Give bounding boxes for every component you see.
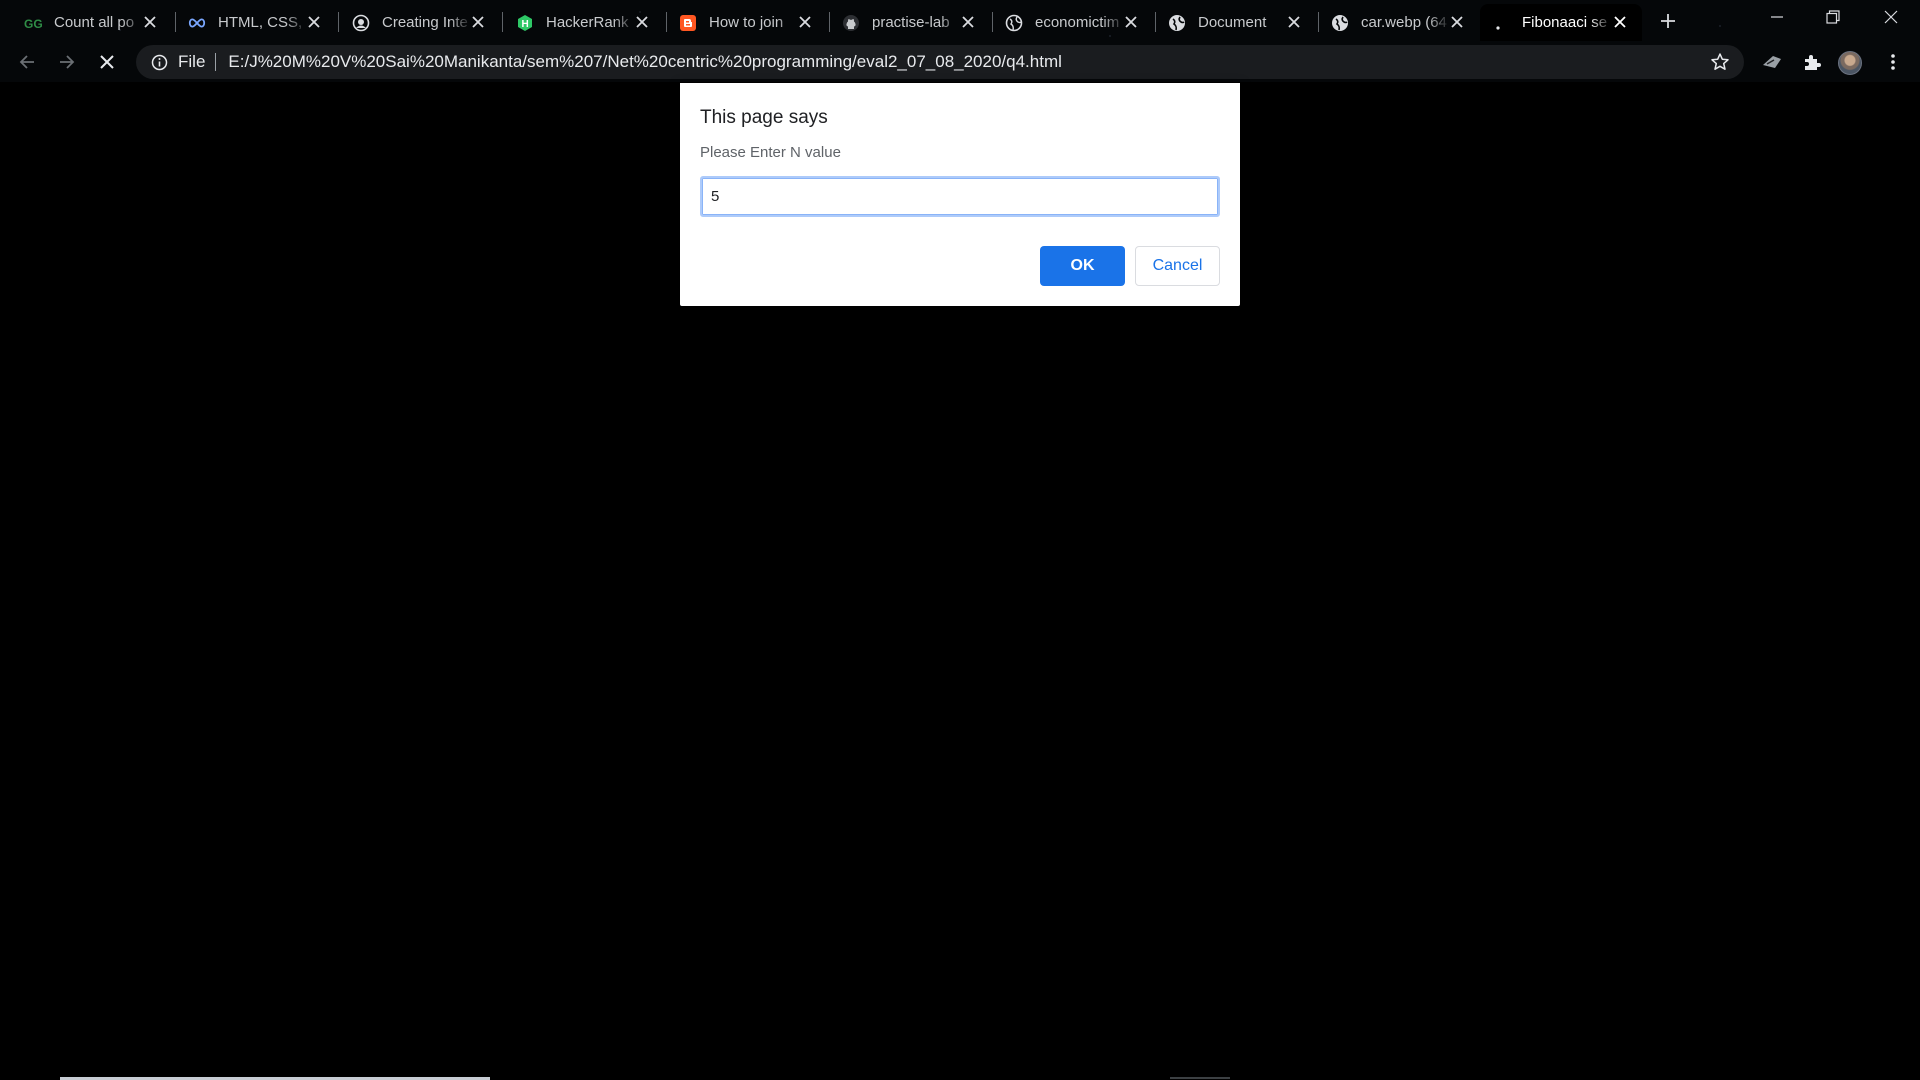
arrow-left-icon bbox=[19, 55, 34, 69]
dialog-message: Please Enter N value bbox=[700, 144, 841, 161]
close-icon[interactable] bbox=[1123, 14, 1139, 30]
tab-creating-inte[interactable]: Creating Inte bbox=[340, 4, 500, 41]
browser-frame: GG Count all po HTML, CSS, a Creating In… bbox=[0, 0, 1920, 82]
tab-title: car.webp (64 bbox=[1361, 14, 1447, 31]
prompt-dialog: This page says Please Enter N value OK C… bbox=[680, 83, 1240, 306]
github-icon bbox=[842, 14, 860, 32]
close-icon[interactable] bbox=[1286, 14, 1302, 30]
close-icon bbox=[100, 55, 114, 69]
tab-html-css[interactable]: HTML, CSS, a bbox=[176, 4, 336, 41]
prompt-input[interactable] bbox=[700, 176, 1220, 217]
close-icon[interactable] bbox=[634, 14, 650, 30]
tab-document[interactable]: Document bbox=[1156, 4, 1316, 41]
minimize-icon bbox=[1771, 16, 1783, 18]
close-icon[interactable] bbox=[960, 14, 976, 30]
restore-button[interactable] bbox=[1806, 0, 1860, 34]
back-button[interactable] bbox=[12, 47, 42, 77]
tab-hackerrank[interactable]: H HackerRank bbox=[504, 4, 664, 41]
tab-title: How to join bbox=[709, 14, 784, 31]
address-divider bbox=[215, 53, 217, 71]
bookmark-star-icon[interactable] bbox=[1710, 52, 1730, 72]
tab-title: Count all po bbox=[54, 14, 135, 31]
menu-kebab-icon[interactable] bbox=[1880, 49, 1906, 75]
scheme-label: File bbox=[178, 52, 206, 71]
arrow-right-icon bbox=[60, 55, 75, 69]
close-icon bbox=[1884, 10, 1898, 24]
close-icon[interactable] bbox=[797, 14, 813, 30]
url-text[interactable]: E:/J%20M%20V%20Sai%20Manikanta/sem%207/N… bbox=[228, 52, 1062, 72]
gfg-icon: GG bbox=[24, 14, 42, 32]
globe-icon bbox=[1331, 14, 1349, 32]
tab-title: economictim bbox=[1035, 14, 1120, 31]
globe-icon bbox=[1005, 14, 1023, 32]
close-window-button[interactable] bbox=[1864, 0, 1918, 34]
restore-icon bbox=[1826, 10, 1840, 24]
info-icon[interactable] bbox=[150, 53, 168, 71]
close-icon[interactable] bbox=[142, 14, 158, 30]
tab-title: Document bbox=[1198, 14, 1267, 31]
tab-divider bbox=[338, 12, 339, 32]
globe-icon bbox=[1168, 14, 1186, 32]
blogger-icon bbox=[679, 14, 697, 32]
scroll-indicator bbox=[1170, 1077, 1230, 1079]
puzzle-extensions-icon[interactable] bbox=[1799, 49, 1825, 75]
tab-divider bbox=[502, 12, 503, 32]
stop-loading-button[interactable] bbox=[92, 47, 122, 77]
tab-practise-lab[interactable]: practise-lab bbox=[830, 4, 990, 41]
tab-title: HackerRank bbox=[546, 14, 629, 31]
forward-button[interactable] bbox=[52, 47, 82, 77]
tab-title: practise-lab bbox=[872, 14, 950, 31]
tab-title: Fibonaaci se bbox=[1522, 14, 1608, 31]
close-icon[interactable] bbox=[1612, 14, 1628, 30]
tab-car-webp[interactable]: car.webp (64 bbox=[1319, 4, 1479, 41]
minimize-button[interactable] bbox=[1750, 0, 1804, 34]
tab-strip: GG Count all po HTML, CSS, a Creating In… bbox=[0, 0, 1920, 41]
dialog-title: This page says bbox=[700, 107, 828, 128]
browser-toolbar: File E:/J%20M%20V%20Sai%20Manikanta/sem%… bbox=[0, 41, 1920, 82]
close-icon[interactable] bbox=[470, 14, 486, 30]
extension-icon[interactable] bbox=[1759, 49, 1785, 75]
close-icon[interactable] bbox=[1449, 14, 1465, 30]
svg-text:H: H bbox=[522, 19, 529, 30]
loading-icon bbox=[1492, 14, 1510, 32]
tab-fibonacci-active[interactable]: Fibonaaci se bbox=[1480, 4, 1642, 41]
tab-title: Creating Inte bbox=[382, 14, 468, 31]
tab-title: HTML, CSS, a bbox=[218, 14, 308, 31]
anonymous-icon bbox=[352, 14, 370, 32]
tab-count-all[interactable]: GG Count all po bbox=[12, 4, 172, 41]
hackerrank-icon: H bbox=[516, 14, 534, 32]
infinity-icon bbox=[188, 14, 206, 32]
plus-icon bbox=[1661, 14, 1675, 28]
svg-text:GG: GG bbox=[24, 17, 42, 30]
cancel-button[interactable]: Cancel bbox=[1135, 246, 1220, 286]
new-tab-button[interactable] bbox=[1655, 8, 1681, 34]
tab-how-to-join[interactable]: How to join bbox=[667, 4, 827, 41]
close-icon[interactable] bbox=[306, 14, 322, 30]
profile-avatar[interactable] bbox=[1838, 51, 1862, 75]
ok-button[interactable]: OK bbox=[1040, 246, 1125, 286]
tab-economictimes[interactable]: economictim bbox=[993, 4, 1153, 41]
address-bar[interactable]: File E:/J%20M%20V%20Sai%20Manikanta/sem%… bbox=[136, 45, 1744, 79]
